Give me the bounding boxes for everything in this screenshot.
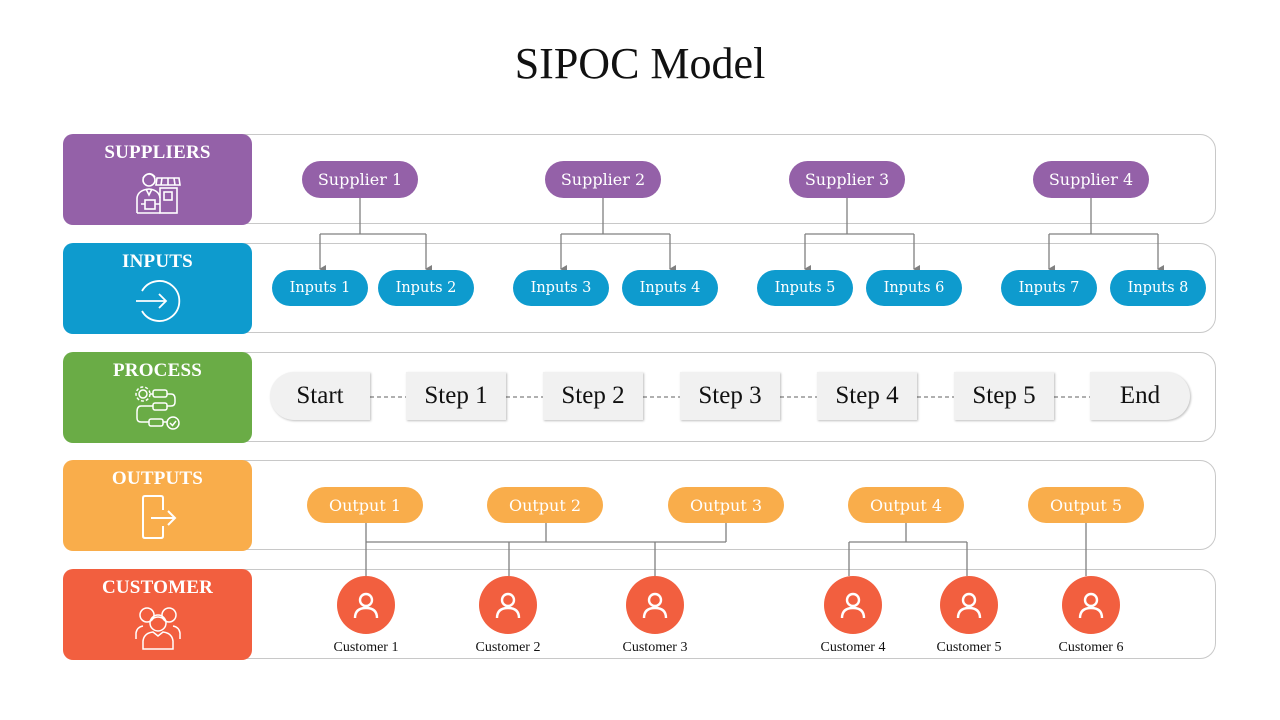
input-node[interactable]: Inputs 8 [1110,270,1206,306]
customer-node[interactable] [337,576,395,634]
input-node[interactable]: Inputs 5 [757,270,853,306]
output-node[interactable]: Output 2 [487,487,603,523]
user-icon [840,592,866,619]
user-icon [956,592,982,619]
input-node[interactable]: Inputs 7 [1001,270,1097,306]
customer-label: CUSTOMER [63,569,252,660]
customer-label-text: Customer 6 [1058,640,1124,655]
user-icon [642,592,668,619]
customer-node[interactable] [1062,576,1120,634]
process-start[interactable]: Start [270,372,370,420]
process-flow-icon [134,386,180,430]
customer-group-icon [134,607,181,650]
supplier-node[interactable]: Supplier 2 [545,161,661,198]
customer-label-text: Customer 4 [820,640,886,655]
output-node[interactable]: Output 5 [1028,487,1144,523]
input-node[interactable]: Inputs 1 [272,270,368,306]
customer-label-text: Customer 1 [333,640,399,655]
outputs-label-text: OUTPUTS [111,468,204,489]
customer-node[interactable] [626,576,684,634]
customer-node[interactable] [940,576,998,634]
user-icon [495,592,521,619]
page-title: SIPOC Model [514,39,766,88]
customer-node[interactable] [824,576,882,634]
process-step[interactable]: Step 4 [817,372,917,420]
output-node[interactable]: Output 4 [848,487,964,523]
input-node[interactable]: Inputs 4 [622,270,718,306]
inputs-label-text: INPUTS [122,251,193,272]
process-step[interactable]: Step 1 [406,372,506,420]
process-label-text: PROCESS [112,360,203,381]
input-node[interactable]: Inputs 6 [866,270,962,306]
customer-node[interactable] [479,576,537,634]
supplier-shop-icon [135,172,181,214]
output-node[interactable]: Output 1 [307,487,423,523]
supplier-node[interactable]: Supplier 3 [789,161,905,198]
process-end[interactable]: End [1090,372,1190,420]
sign-in-arrow-icon [135,280,180,322]
user-icon [353,592,379,619]
supplier-node[interactable]: Supplier 4 [1033,161,1149,198]
supplier-node[interactable]: Supplier 1 [302,161,418,198]
customer-label-text: Customer 3 [622,640,688,655]
outputs-label: OUTPUTS [63,460,252,551]
process-step[interactable]: Step 2 [543,372,643,420]
input-node[interactable]: Inputs 2 [378,270,474,306]
suppliers-label-text: SUPPLIERS [104,142,211,163]
customer-label-text: CUSTOMER [101,577,214,598]
input-node[interactable]: Inputs 3 [513,270,609,306]
exit-door-icon [141,495,176,539]
process-step[interactable]: Step 5 [954,372,1054,420]
output-node[interactable]: Output 3 [668,487,784,523]
process-step[interactable]: Step 3 [680,372,780,420]
inputs-label: INPUTS [63,243,252,334]
customer-label-text: Customer 5 [936,640,1002,655]
customer-label-text: Customer 2 [475,640,541,655]
user-icon [1078,592,1104,619]
suppliers-label: SUPPLIERS [63,134,252,225]
process-label: PROCESS [63,352,252,443]
